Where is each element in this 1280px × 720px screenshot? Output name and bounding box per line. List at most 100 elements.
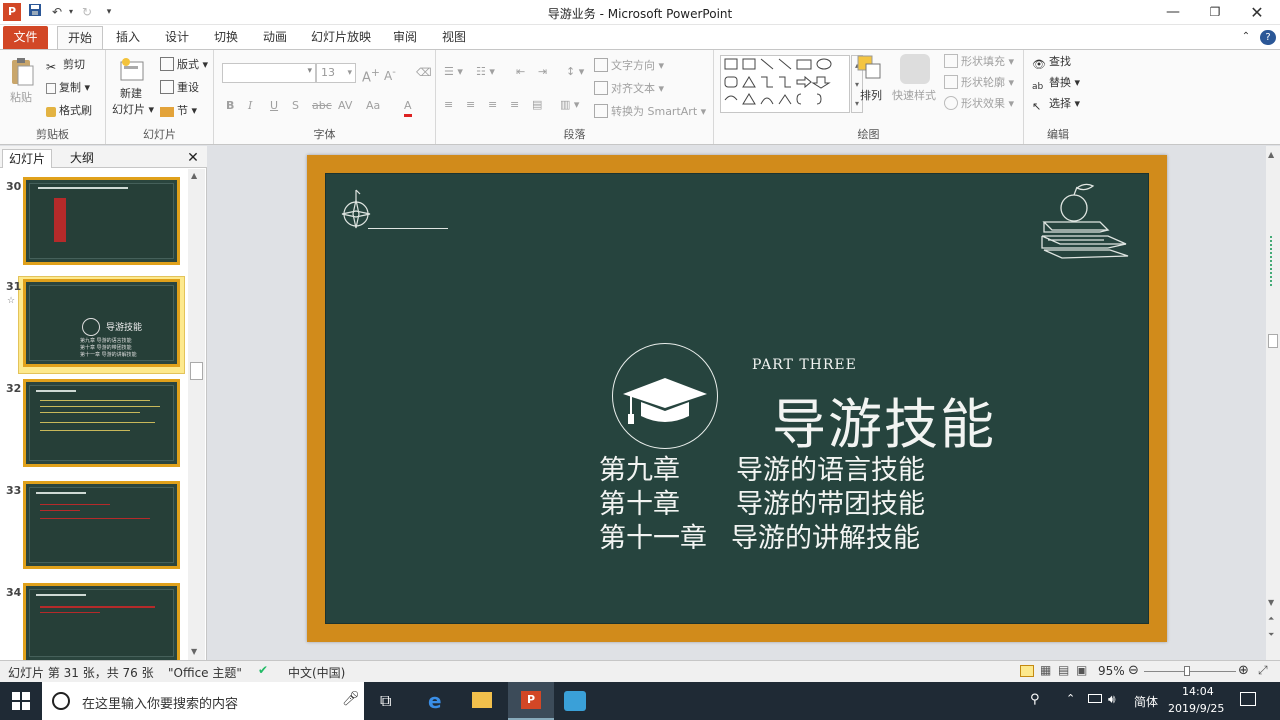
next-slide-icon[interactable]: ⏷	[1268, 630, 1274, 640]
slide-sorter-icon[interactable]: ▦	[1040, 663, 1051, 677]
zoom-level[interactable]: 95%	[1098, 664, 1125, 678]
align-center-button[interactable]: ≡	[466, 97, 475, 113]
grow-font-button[interactable]: A+	[362, 65, 380, 86]
ribbon-collapse-icon[interactable]: ⌃	[1238, 26, 1254, 49]
font-size-dropdown-icon[interactable]: ▾	[347, 64, 352, 82]
shapes-gallery[interactable]	[720, 55, 850, 113]
scroll-down-icon[interactable]: ▼	[1268, 598, 1274, 607]
shape-outline-button[interactable]: 形状轮廓 ▾	[944, 75, 1014, 91]
tab-review[interactable]: 审阅	[385, 26, 425, 49]
underline-button[interactable]: U	[270, 98, 278, 114]
spellcheck-icon[interactable]: ✔	[258, 663, 268, 677]
help-icon[interactable]: ?	[1260, 30, 1276, 45]
notification-icon[interactable]	[1240, 692, 1256, 706]
tab-view[interactable]: 视图	[434, 26, 474, 49]
find-button[interactable]: 👁 查找	[1032, 54, 1071, 71]
ime-indicator[interactable]: 简体	[1134, 693, 1158, 710]
thumbnail-scrollbar[interactable]: ▲ ▼	[188, 169, 205, 660]
distributed-button[interactable]: ▤	[532, 97, 542, 113]
restore-button[interactable]: ❐	[1194, 0, 1236, 25]
char-spacing-button[interactable]: AV	[338, 98, 352, 114]
scrollbar-thumb[interactable]	[190, 362, 203, 380]
text-direction-button[interactable]: 文字方向 ▾	[594, 58, 664, 74]
shape-effects-button[interactable]: 形状效果 ▾	[944, 96, 1014, 112]
bold-button[interactable]: B	[226, 98, 234, 114]
font-name-input[interactable]: ▾	[222, 63, 316, 83]
app-taskbar-icon[interactable]	[564, 691, 586, 711]
arrange-button[interactable]: 排列	[860, 88, 882, 104]
paste-button[interactable]: 粘贴	[10, 90, 32, 106]
slideshow-icon[interactable]: ▣	[1076, 663, 1087, 677]
new-slide-icon[interactable]	[118, 56, 146, 84]
previous-slide-icon[interactable]: ⏶	[1268, 614, 1274, 624]
align-text-button[interactable]: 对齐文本 ▾	[594, 81, 664, 97]
clear-format-icon[interactable]: ⌫	[416, 65, 432, 81]
scroll-down-icon[interactable]: ▼	[191, 647, 197, 656]
bullets-button[interactable]: ☰ ▾	[444, 64, 463, 80]
shape-fill-button[interactable]: 形状填充 ▾	[944, 54, 1014, 70]
zoom-in-icon[interactable]: ⊕	[1238, 663, 1249, 678]
replace-button[interactable]: ab 替换 ▾	[1032, 75, 1080, 93]
tab-transitions[interactable]: 切换	[206, 26, 246, 49]
zoom-slider-thumb[interactable]	[1184, 666, 1190, 676]
tab-insert[interactable]: 插入	[108, 26, 148, 49]
smartart-button[interactable]: 转换为 SmartArt ▾	[594, 104, 706, 120]
windows-start-icon[interactable]	[12, 692, 30, 710]
tray-expand-icon[interactable]: ⌃	[1066, 692, 1075, 705]
close-button[interactable]: ✕	[1236, 0, 1278, 25]
scroll-up-icon[interactable]: ▲	[1268, 150, 1274, 159]
italic-button[interactable]: I	[248, 98, 252, 114]
font-name-dropdown-icon[interactable]: ▾	[307, 66, 312, 76]
slide-thumbnail-31[interactable]: 导游技能 第九章 导游的语言技能 第十章 导游的带团技能 第十一章 导游的讲解技能	[23, 279, 180, 367]
slide-thumbnail-32[interactable]	[23, 379, 180, 467]
tab-slideshow[interactable]: 幻灯片放映	[305, 26, 377, 49]
slide-thumbnail-33[interactable]	[23, 481, 180, 569]
paste-icon[interactable]	[8, 56, 36, 88]
section-button[interactable]: 节 ▾	[160, 103, 197, 119]
shadow-button[interactable]: S	[292, 98, 299, 114]
tab-outline-pane[interactable]: 大纲	[56, 149, 108, 168]
fit-slide-icon[interactable]: ⤢	[1258, 663, 1268, 678]
microphone-icon[interactable]: 🎤︎	[342, 691, 360, 707]
tab-home[interactable]: 开始	[57, 26, 103, 49]
powerpoint-taskbar-button[interactable]: P	[508, 682, 554, 720]
slide-thumbnail-34[interactable]	[23, 583, 180, 660]
strikethrough-button[interactable]: abc	[312, 98, 332, 114]
pane-close-icon[interactable]: ✕	[184, 149, 202, 168]
tab-file[interactable]: 文件	[3, 26, 48, 49]
shrink-font-button[interactable]: A-	[384, 65, 396, 84]
tab-slides-pane[interactable]: 幻灯片	[2, 149, 52, 168]
numbering-button[interactable]: ☷ ▾	[476, 64, 495, 80]
scrollbar-thumb[interactable]	[1268, 334, 1278, 348]
arrange-icon[interactable]	[856, 54, 886, 84]
format-painter-button[interactable]: 格式刷	[46, 103, 92, 119]
reset-button[interactable]: 重设	[160, 80, 199, 96]
new-slide-label[interactable]: 新建	[120, 86, 142, 102]
tab-design[interactable]: 设计	[157, 26, 197, 49]
clock-date[interactable]: 2019/9/25	[1168, 702, 1224, 715]
decrease-indent-button[interactable]: ⇤	[516, 64, 525, 80]
language-indicator[interactable]: 中文(中国)	[288, 664, 345, 681]
font-color-button[interactable]: A	[404, 98, 412, 117]
quick-styles-icon[interactable]	[900, 54, 930, 84]
columns-button[interactable]: ▥ ▾	[560, 97, 579, 113]
zoom-out-icon[interactable]: ⊖	[1128, 663, 1139, 678]
file-explorer-icon[interactable]	[472, 692, 492, 708]
clock-time[interactable]: 14:04	[1182, 685, 1214, 698]
scroll-up-icon[interactable]: ▲	[191, 171, 197, 180]
select-button[interactable]: ↖ 选择 ▾	[1032, 96, 1080, 113]
people-icon[interactable]: ⚲	[1030, 692, 1040, 707]
slide-scrollbar[interactable]: ▲ ▼ ⏶ ⏷	[1266, 146, 1280, 660]
cut-button[interactable]: ✂ 剪切	[46, 57, 85, 74]
taskbar-search-box[interactable]: 在这里输入你要搜索的内容 🎤︎	[42, 682, 364, 720]
line-spacing-button[interactable]: ↕ ▾	[566, 64, 584, 80]
justify-button[interactable]: ≡	[510, 97, 519, 113]
tab-animations[interactable]: 动画	[255, 26, 295, 49]
align-right-button[interactable]: ≡	[488, 97, 497, 113]
reading-view-icon[interactable]: ▤	[1058, 663, 1069, 677]
font-size-input[interactable]: 13 ▾	[316, 63, 356, 83]
new-slide-label-2[interactable]: 幻灯片 ▾	[112, 102, 154, 118]
align-left-button[interactable]: ≡	[444, 97, 453, 113]
normal-view-icon[interactable]	[1020, 665, 1034, 677]
change-case-button[interactable]: Aa	[366, 98, 380, 114]
